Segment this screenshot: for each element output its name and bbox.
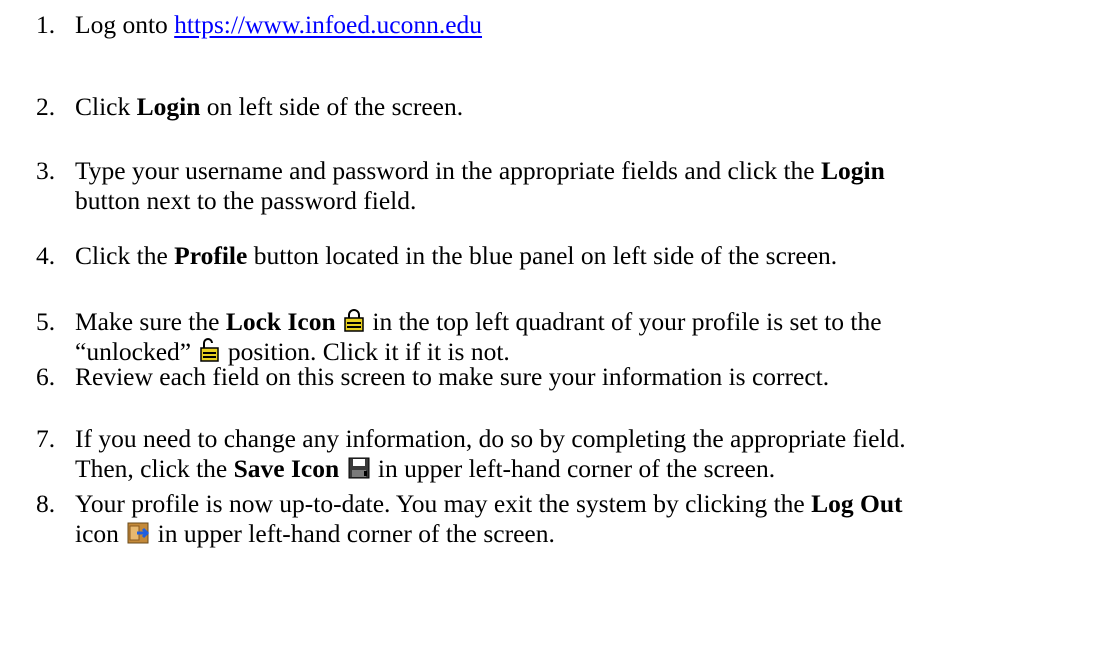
step-line: Review each field on this screen to make… [75,362,829,392]
step-line: Type your username and password in the a… [75,156,885,186]
text-run: Then, click the [75,454,234,483]
text-run: Review each field on this screen to make… [75,362,830,391]
step-text: Make sure the Lock Icon in the top left … [75,307,882,367]
step-line: icon in upper left-hand corner of the sc… [75,519,903,549]
step-number: 8. [36,489,56,518]
step-number: 7. [36,424,56,453]
bold-term: Lock Icon [225,307,336,336]
step-text: Click Login on left side of the screen. [75,92,463,122]
text-run: in upper left-hand corner of the screen. [371,454,776,483]
step-number: 4. [36,241,56,270]
bold-term: Profile [174,241,248,270]
step-number: 6. [36,362,56,391]
step-line: Your profile is now up-to-date. You may … [75,489,903,519]
text-run: Make sure the [75,307,226,336]
text-run: on left side of the screen. [200,92,464,121]
text-run: Log onto [75,10,175,39]
text-run: Click [75,92,137,121]
step-line: button next to the password field. [75,186,885,216]
text-run: Click the [75,241,175,270]
text-run: button next to the password field. [75,186,417,215]
step-line: Click Login on left side of the screen. [75,92,463,122]
step-number: 5. [36,307,56,336]
logout-icon [127,521,150,551]
text-run [336,307,342,336]
text-run: Type your username and password in the a… [75,156,821,185]
infoed-link[interactable]: https://www.infoed.uconn.edu [174,10,482,39]
step-text: Your profile is now up-to-date. You may … [75,489,903,549]
bold-term: Save Icon [233,454,340,483]
bold-term: Log Out [811,489,903,518]
step-line: Then, click the Save Icon in upper left-… [75,454,906,484]
text-run: in upper left-hand corner of the screen. [151,519,555,548]
save-icon [348,456,370,486]
text-run: button located in the blue panel on left… [247,241,838,270]
step-number: 1. [36,10,56,39]
bold-term: Login [136,92,201,121]
text-run: Your profile is now up-to-date. You may … [75,489,812,518]
bold-term: Login [820,156,885,185]
step-line: Make sure the Lock Icon in the top left … [75,307,882,337]
step-text: If you need to change any information, d… [75,424,906,484]
step-text: Click the Profile button located in the … [75,241,837,271]
step-line: Click the Profile button located in the … [75,241,837,271]
step-number: 3. [36,156,56,185]
step-line: If you need to change any information, d… [75,424,906,454]
text-run: icon [75,519,126,548]
step-text: Review each field on this screen to make… [75,362,829,392]
lock-icon [344,308,364,339]
text-run: in the top left quadrant of your profile… [366,307,882,336]
text-run: If you need to change any information, d… [75,424,906,453]
step-line: Log onto https://www.infoed.uconn.edu [75,10,482,40]
step-text: Type your username and password in the a… [75,156,885,216]
step-text: Log onto https://www.infoed.uconn.edu [75,10,482,40]
step-number: 2. [36,92,56,121]
text-run [339,454,345,483]
